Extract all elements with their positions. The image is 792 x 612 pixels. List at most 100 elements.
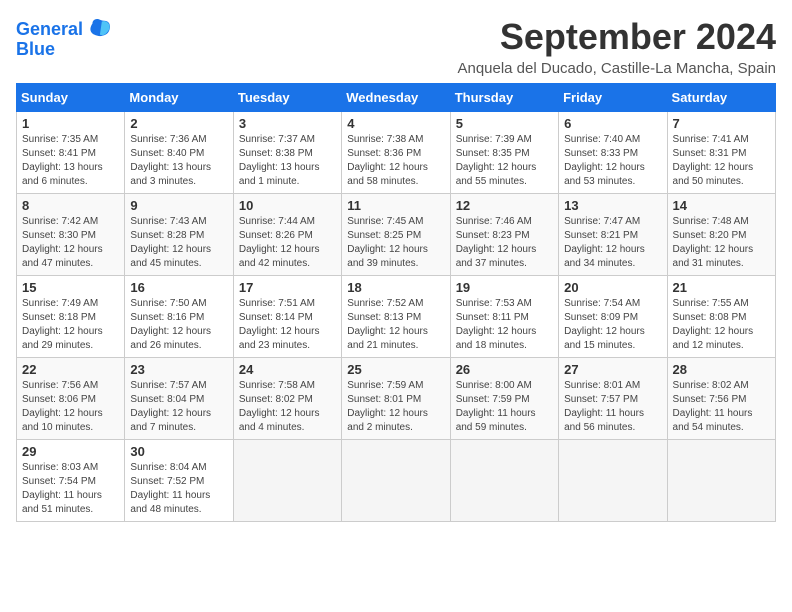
calendar-cell <box>342 440 450 522</box>
calendar-table: SundayMondayTuesdayWednesdayThursdayFrid… <box>16 83 776 522</box>
calendar-cell: 1Sunrise: 7:35 AMSunset: 8:41 PMDaylight… <box>17 112 125 194</box>
day-number: 12 <box>456 198 553 213</box>
calendar-cell: 26 Sunrise: 8:00 AMSunset: 7:59 PMDayligh… <box>450 358 558 440</box>
day-number: 24 <box>239 362 336 377</box>
calendar-week-row: 15Sunrise: 7:49 AMSunset: 8:18 PMDayligh… <box>17 276 776 358</box>
day-number: 26 <box>456 362 553 377</box>
day-info: Sunrise: 7:58 AMSunset: 8:02 PMDaylight:… <box>239 379 336 435</box>
day-number: 14 <box>673 198 770 213</box>
calendar-cell: 23Sunrise: 7:57 AMSunset: 8:04 PMDayligh… <box>125 358 233 440</box>
day-info: Sunrise: 7:36 AMSunset: 8:40 PMDaylight:… <box>130 133 227 189</box>
weekday-header: Monday <box>125 84 233 112</box>
calendar-cell: 8Sunrise: 7:42 AMSunset: 8:30 PMDaylight… <box>17 194 125 276</box>
calendar-cell: 15Sunrise: 7:49 AMSunset: 8:18 PMDayligh… <box>17 276 125 358</box>
day-info: Sunrise: 7:39 AMSunset: 8:35 PMDaylight:… <box>456 133 553 189</box>
day-number: 9 <box>130 198 227 213</box>
day-number: 16 <box>130 280 227 295</box>
weekday-header: Saturday <box>667 84 775 112</box>
calendar-cell: 7 Sunrise: 7:41 AMSunset: 8:31 PMDaylight… <box>667 112 775 194</box>
calendar-cell: 24 Sunrise: 7:58 AMSunset: 8:02 PMDayligh… <box>233 358 341 440</box>
calendar-cell: 19Sunrise: 7:53 AMSunset: 8:11 PMDayligh… <box>450 276 558 358</box>
day-number: 17 <box>239 280 336 295</box>
day-number: 23 <box>130 362 227 377</box>
day-number: 28 <box>673 362 770 377</box>
calendar-cell: 6Sunrise: 7:40 AMSunset: 8:33 PMDaylight… <box>559 112 667 194</box>
logo-text-blue: Blue <box>16 40 55 60</box>
day-number: 1 <box>22 116 119 131</box>
calendar-cell: 4 Sunrise: 7:38 AMSunset: 8:36 PMDaylight… <box>342 112 450 194</box>
day-number: 20 <box>564 280 661 295</box>
day-info: Sunrise: 7:53 AMSunset: 8:11 PMDaylight:… <box>456 297 553 353</box>
weekday-header: Sunday <box>17 84 125 112</box>
calendar-cell: 12 Sunrise: 7:46 AMSunset: 8:23 PMDayligh… <box>450 194 558 276</box>
day-info: Sunrise: 8:03 AMSunset: 7:54 PMDaylight:… <box>22 461 119 517</box>
day-info: Sunrise: 7:48 AMSunset: 8:20 PMDaylight:… <box>673 215 770 271</box>
logo-icon <box>85 16 113 44</box>
day-number: 6 <box>564 116 661 131</box>
day-info: Sunrise: 8:01 AMSunset: 7:57 PMDaylight:… <box>564 379 661 435</box>
weekday-header: Friday <box>559 84 667 112</box>
calendar-cell: 29 Sunrise: 8:03 AMSunset: 7:54 PMDayligh… <box>17 440 125 522</box>
calendar-cell: 20 Sunrise: 7:54 AMSunset: 8:09 PMDayligh… <box>559 276 667 358</box>
day-info: Sunrise: 7:44 AMSunset: 8:26 PMDaylight:… <box>239 215 336 271</box>
day-info: Sunrise: 8:00 AMSunset: 7:59 PMDaylight:… <box>456 379 553 435</box>
day-number: 25 <box>347 362 444 377</box>
weekday-header: Wednesday <box>342 84 450 112</box>
calendar-cell: 13 Sunrise: 7:47 AMSunset: 8:21 PMDayligh… <box>559 194 667 276</box>
calendar-week-row: 29 Sunrise: 8:03 AMSunset: 7:54 PMDayligh… <box>17 440 776 522</box>
calendar-cell: 30 Sunrise: 8:04 AMSunset: 7:52 PMDayligh… <box>125 440 233 522</box>
day-number: 27 <box>564 362 661 377</box>
day-number: 3 <box>239 116 336 131</box>
day-info: Sunrise: 7:47 AMSunset: 8:21 PMDaylight:… <box>564 215 661 271</box>
day-number: 29 <box>22 444 119 459</box>
calendar-cell: 9 Sunrise: 7:43 AMSunset: 8:28 PMDaylight… <box>125 194 233 276</box>
day-number: 7 <box>673 116 770 131</box>
day-info: Sunrise: 7:42 AMSunset: 8:30 PMDaylight:… <box>22 215 119 271</box>
day-number: 13 <box>564 198 661 213</box>
calendar-cell: 25 Sunrise: 7:59 AMSunset: 8:01 PMDayligh… <box>342 358 450 440</box>
day-number: 11 <box>347 198 444 213</box>
day-number: 4 <box>347 116 444 131</box>
logo-text: General <box>16 20 83 40</box>
day-number: 22 <box>22 362 119 377</box>
day-info: Sunrise: 7:49 AMSunset: 8:18 PMDaylight:… <box>22 297 119 353</box>
calendar-cell: 22 Sunrise: 7:56 AMSunset: 8:06 PMDayligh… <box>17 358 125 440</box>
calendar-cell <box>559 440 667 522</box>
calendar-cell <box>450 440 558 522</box>
title-block: September 2024 Anquela del Ducado, Casti… <box>457 16 776 77</box>
day-info: Sunrise: 7:46 AMSunset: 8:23 PMDaylight:… <box>456 215 553 271</box>
calendar-cell: 2 Sunrise: 7:36 AMSunset: 8:40 PMDaylight… <box>125 112 233 194</box>
calendar-cell: 18 Sunrise: 7:52 AMSunset: 8:13 PMDayligh… <box>342 276 450 358</box>
day-number: 2 <box>130 116 227 131</box>
calendar-cell: 17Sunrise: 7:51 AMSunset: 8:14 PMDayligh… <box>233 276 341 358</box>
day-info: Sunrise: 7:54 AMSunset: 8:09 PMDaylight:… <box>564 297 661 353</box>
day-number: 30 <box>130 444 227 459</box>
day-info: Sunrise: 7:41 AMSunset: 8:31 PMDaylight:… <box>673 133 770 189</box>
day-number: 5 <box>456 116 553 131</box>
day-info: Sunrise: 7:37 AMSunset: 8:38 PMDaylight:… <box>239 133 336 189</box>
calendar-cell: 3 Sunrise: 7:37 AMSunset: 8:38 PMDaylight… <box>233 112 341 194</box>
day-info: Sunrise: 8:04 AMSunset: 7:52 PMDaylight:… <box>130 461 227 517</box>
day-info: Sunrise: 7:55 AMSunset: 8:08 PMDaylight:… <box>673 297 770 353</box>
day-info: Sunrise: 7:59 AMSunset: 8:01 PMDaylight:… <box>347 379 444 435</box>
calendar-week-row: 22 Sunrise: 7:56 AMSunset: 8:06 PMDayligh… <box>17 358 776 440</box>
calendar-cell: 16 Sunrise: 7:50 AMSunset: 8:16 PMDayligh… <box>125 276 233 358</box>
day-info: Sunrise: 7:50 AMSunset: 8:16 PMDaylight:… <box>130 297 227 353</box>
calendar-cell: 27 Sunrise: 8:01 AMSunset: 7:57 PMDayligh… <box>559 358 667 440</box>
logo: General Blue <box>16 16 113 60</box>
day-number: 18 <box>347 280 444 295</box>
calendar-cell: 5 Sunrise: 7:39 AMSunset: 8:35 PMDaylight… <box>450 112 558 194</box>
day-number: 10 <box>239 198 336 213</box>
calendar-week-row: 8Sunrise: 7:42 AMSunset: 8:30 PMDaylight… <box>17 194 776 276</box>
day-info: Sunrise: 7:52 AMSunset: 8:13 PMDaylight:… <box>347 297 444 353</box>
calendar-week-row: 1Sunrise: 7:35 AMSunset: 8:41 PMDaylight… <box>17 112 776 194</box>
day-info: Sunrise: 7:38 AMSunset: 8:36 PMDaylight:… <box>347 133 444 189</box>
weekday-header: Tuesday <box>233 84 341 112</box>
day-number: 21 <box>673 280 770 295</box>
calendar-cell: 11Sunrise: 7:45 AMSunset: 8:25 PMDayligh… <box>342 194 450 276</box>
page-header: General Blue September 2024 Anquela del … <box>16 16 776 77</box>
day-info: Sunrise: 7:43 AMSunset: 8:28 PMDaylight:… <box>130 215 227 271</box>
day-info: Sunrise: 8:02 AMSunset: 7:56 PMDaylight:… <box>673 379 770 435</box>
day-info: Sunrise: 7:56 AMSunset: 8:06 PMDaylight:… <box>22 379 119 435</box>
weekday-header-row: SundayMondayTuesdayWednesdayThursdayFrid… <box>17 84 776 112</box>
